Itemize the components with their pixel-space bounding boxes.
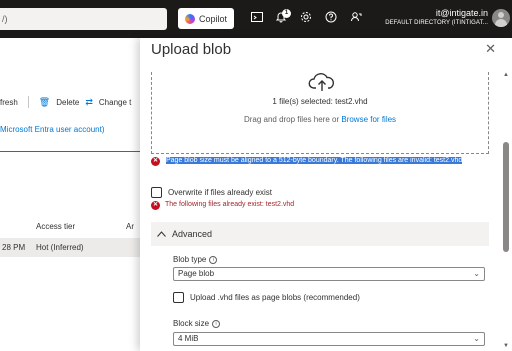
copilot-button[interactable]: Copilot	[178, 8, 234, 29]
error-icon: ✕	[151, 201, 160, 210]
close-icon[interactable]: ✕	[485, 41, 496, 57]
column-header-access-tier[interactable]: Access tier	[36, 222, 75, 231]
row-modified-time: 28 PM	[2, 243, 26, 252]
scroll-down-icon[interactable]: ▼	[503, 343, 509, 349]
browse-files-link[interactable]: Browse for files	[341, 115, 396, 124]
drag-drop-label: Drag and drop files here	[243, 115, 330, 124]
copilot-label: Copilot	[198, 13, 227, 24]
background-page: fresh 🗑 Delete ⇄ Change t Microsoft Entr…	[0, 38, 140, 351]
block-size-label-text: Block size	[173, 319, 210, 328]
auth-method-link[interactable]: Microsoft Entra user account)	[0, 125, 104, 134]
change-tier-icon: ⇄	[85, 96, 93, 107]
toolbar-divider	[27, 96, 29, 108]
panel-scrollbar[interactable]: ▲ ▼	[503, 72, 509, 349]
page-blob-error-text: Page blob size must be aligned to a 512-…	[166, 157, 463, 164]
error-icon: ✕	[151, 157, 160, 166]
file-dropzone[interactable]: 1 file(s) selected: test2.vhd Drag and d…	[151, 72, 489, 154]
delete-icon: 🗑	[38, 96, 51, 107]
block-size-value: 4 MiB	[178, 334, 199, 343]
vhd-page-blob-label: Upload .vhd files as page blobs (recomme…	[190, 293, 360, 302]
vhd-page-blob-option[interactable]: Upload .vhd files as page blobs (recomme…	[173, 292, 360, 303]
cloud-upload-icon	[308, 73, 335, 91]
account-directory: DEFAULT DIRECTORY (ITINTIGAT...	[385, 20, 488, 26]
vhd-page-blob-checkbox[interactable]	[173, 292, 184, 303]
advanced-label: Advanced	[172, 229, 213, 239]
block-size-label: Block size i	[173, 319, 221, 328]
overwrite-checkbox[interactable]	[151, 187, 162, 198]
scroll-up-icon[interactable]: ▲	[503, 72, 509, 78]
notification-badge: 1	[282, 9, 291, 18]
chevron-down-icon: ⌄	[473, 269, 480, 278]
account-info[interactable]: it@intigate.in DEFAULT DIRECTORY (ITINTI…	[385, 8, 488, 28]
overwrite-option[interactable]: Overwrite if files already exist	[151, 187, 272, 198]
files-selected-text: 1 file(s) selected: test2.vhd	[272, 97, 368, 106]
info-icon[interactable]: i	[209, 255, 218, 264]
change-tier-button[interactable]: Change t	[99, 98, 131, 107]
feedback-icon[interactable]	[347, 10, 365, 28]
upload-blob-panel: Upload blob ✕ 1 file(s) selected: test2.…	[140, 38, 512, 351]
info-icon[interactable]: i	[212, 319, 221, 328]
panel-title: Upload blob	[151, 41, 232, 58]
search-input[interactable]: /)	[0, 8, 167, 30]
files-exist-error: ✕ The following files already exist: test…	[151, 201, 294, 210]
blob-type-label: Blob type i	[173, 255, 218, 264]
background-toolbar: fresh 🗑 Delete ⇄ Change t	[0, 96, 131, 108]
blob-type-label-text: Blob type	[173, 255, 207, 264]
drag-drop-text: Drag and drop files here or Browse for f…	[152, 115, 488, 124]
scroll-thumb[interactable]	[503, 142, 509, 252]
avatar[interactable]	[492, 9, 510, 27]
table-row[interactable]: 28 PM Hot (Inferred)	[0, 238, 140, 257]
blob-type-select[interactable]: Page blob ⌄	[173, 267, 485, 281]
column-header-archive[interactable]: Ar	[126, 222, 134, 231]
refresh-button[interactable]: fresh	[0, 98, 18, 107]
blob-type-value: Page blob	[178, 269, 215, 278]
copilot-icon	[184, 13, 195, 24]
account-email: it@intigate.in	[435, 8, 488, 18]
top-bar: /) Copilot 1 it@intigate.in DEFAULT DIRE…	[0, 0, 512, 38]
help-icon[interactable]	[322, 10, 340, 28]
delete-button[interactable]: Delete	[56, 98, 79, 107]
overwrite-label: Overwrite if files already exist	[168, 188, 273, 197]
gear-icon[interactable]	[297, 10, 315, 28]
files-exist-error-text: The following files already exist: test2…	[165, 201, 295, 208]
advanced-section-toggle[interactable]: Advanced	[151, 222, 489, 246]
cloud-shell-icon[interactable]	[248, 10, 266, 28]
divider	[0, 151, 140, 152]
block-size-select[interactable]: 4 MiB ⌄	[173, 332, 485, 346]
row-access-tier: Hot (Inferred)	[36, 243, 84, 252]
or-label: or	[332, 115, 340, 124]
chevron-down-icon: ⌄	[473, 334, 480, 343]
chevron-up-icon	[157, 222, 166, 246]
